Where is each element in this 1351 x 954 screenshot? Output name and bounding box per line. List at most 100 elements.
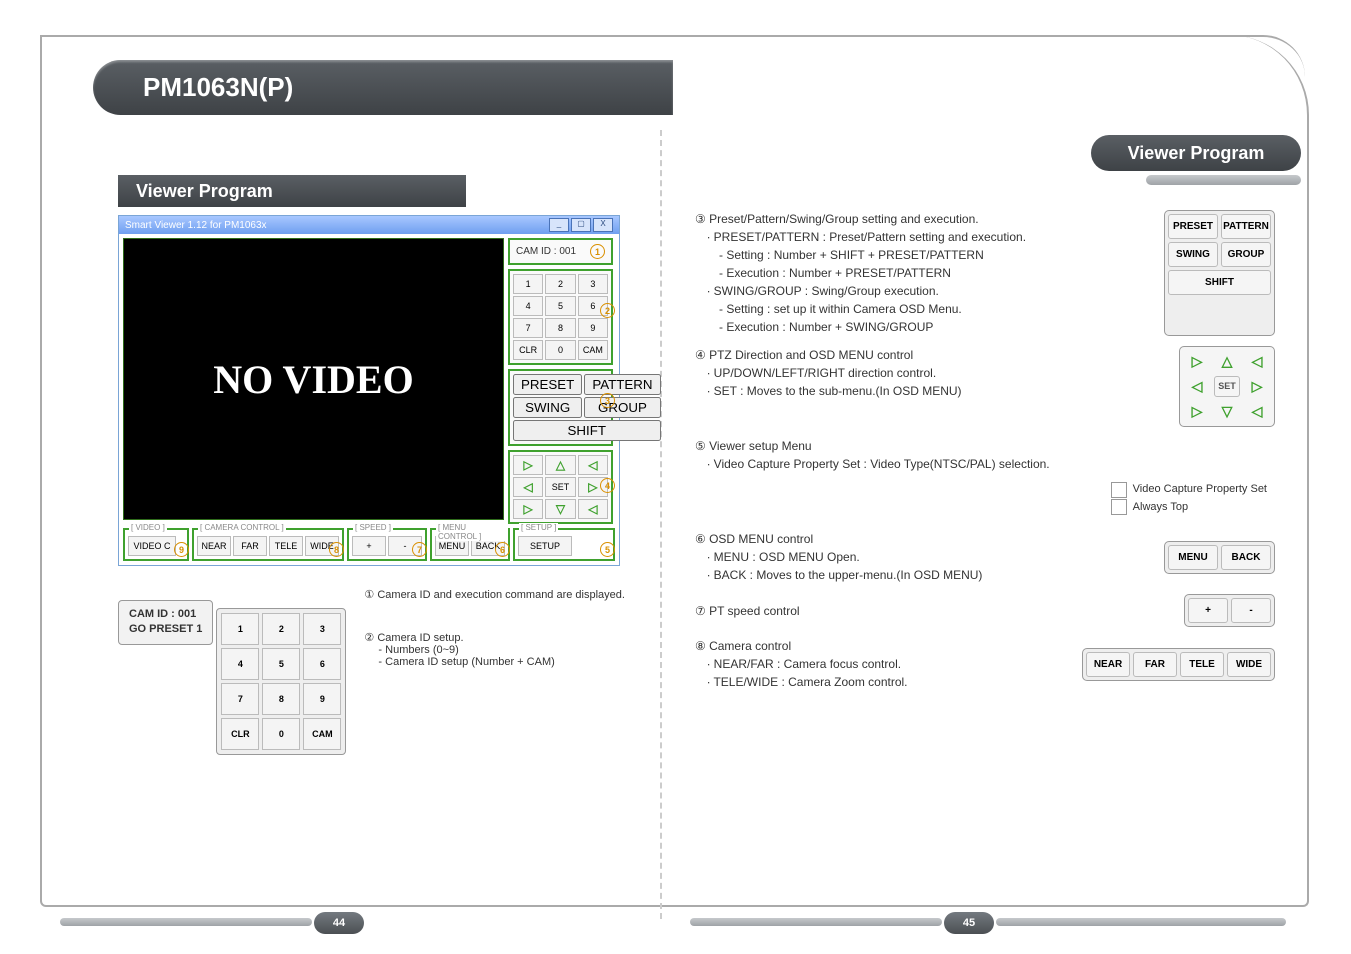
r-minus[interactable]: - [1231,598,1271,623]
page-number-left: 44 [314,912,364,934]
setup-section: [ SETUP ] SETUP 5 [513,528,615,561]
far-button[interactable]: FAR [233,536,267,556]
rdir-down-icon[interactable]: ▽ [1214,401,1240,422]
menuctrl-legend: [ MENU CONTROL ] [436,523,508,541]
key-8[interactable]: 8 [545,318,575,338]
r-back[interactable]: BACK [1221,545,1271,570]
dir-left-icon[interactable]: ◁ [513,477,543,497]
kp2-0[interactable]: 0 [262,718,300,750]
r-swing[interactable]: SWING [1168,242,1218,267]
r-shift[interactable]: SHIFT [1168,270,1271,295]
cam-id-panel: CAM ID : 001 1 [508,238,613,265]
rdir-nw-icon[interactable]: ▷ [1184,351,1210,372]
key-9[interactable]: 9 [578,318,608,338]
kp2-9[interactable]: 9 [303,683,341,715]
dir-sw-icon[interactable]: ▷ [513,499,543,519]
s3-a: ∙ PRESET/PATTERN : Preset/Pattern settin… [695,228,1152,246]
setup-legend: [ SETUP ] [519,523,558,532]
camctrl-legend: [ CAMERA CONTROL ] [198,523,286,532]
camera-control-section: [ CAMERA CONTROL ] NEAR FAR TELE WIDE 8 [192,528,344,561]
r-group[interactable]: GROUP [1221,242,1271,267]
swing-button[interactable]: SWING [513,397,582,418]
camera-box: NEAR FAR TELE WIDE [1082,648,1275,681]
group-button[interactable]: GROUP [584,397,660,418]
key-1[interactable]: 1 [513,274,543,294]
kp2-8[interactable]: 8 [262,683,300,715]
marker-8: 8 [329,542,344,557]
r-set[interactable]: SET [1214,376,1240,397]
window-close-icon[interactable]: X [593,218,613,232]
key-7[interactable]: 7 [513,318,543,338]
cam-id-label: CAM ID : 001 [516,246,576,257]
s8-b: ∙ TELE/WIDE : Camera Zoom control. [695,673,1070,691]
gear-icon [1111,482,1127,498]
kp2-3[interactable]: 3 [303,613,341,645]
rdir-sw-icon[interactable]: ▷ [1184,401,1210,422]
r-wide[interactable]: WIDE [1227,652,1271,677]
s8-a: ∙ NEAR/FAR : Camera focus control. [695,655,1070,673]
kp2-cam[interactable]: CAM [303,718,341,750]
shift-button[interactable]: SHIFT [513,420,661,441]
pagebar-right [690,918,942,926]
preset-button[interactable]: PRESET [513,374,582,395]
kp2-4[interactable]: 4 [221,648,259,680]
r-near[interactable]: NEAR [1086,652,1130,677]
page-divider [660,130,662,919]
r-menu[interactable]: MENU [1168,545,1218,570]
dir-up-icon[interactable]: △ [545,455,575,475]
marker-9: 9 [174,542,189,557]
info-line-2: GO PRESET 1 [129,622,202,637]
rdir-up-icon[interactable]: △ [1214,351,1240,372]
r-plus[interactable]: + [1188,598,1228,623]
speed-plus-button[interactable]: + [352,536,386,556]
r-tele[interactable]: TELE [1180,652,1224,677]
dir-se-icon[interactable]: ◁ [578,499,608,519]
key-0[interactable]: 0 [545,340,575,360]
rdir-se-icon[interactable]: ◁ [1244,401,1270,422]
key-clr[interactable]: CLR [513,340,543,360]
r-far[interactable]: FAR [1133,652,1177,677]
key-cam[interactable]: CAM [578,340,608,360]
kp2-7[interactable]: 7 [221,683,259,715]
kp2-2[interactable]: 2 [262,613,300,645]
s5-head: ⑤ Viewer setup Menu [695,437,1275,455]
pin-icon [1111,499,1127,515]
kp2-6[interactable]: 6 [303,648,341,680]
s6-a: ∙ MENU : OSD MENU Open. [695,548,1152,566]
r-pattern[interactable]: PATTERN [1221,214,1271,239]
marker-2: 2 [600,303,615,318]
rdir-ne-icon[interactable]: ◁ [1244,351,1270,372]
key-4[interactable]: 4 [513,296,543,316]
dir-down-icon[interactable]: ▽ [545,499,575,519]
r-preset[interactable]: PRESET [1168,214,1218,239]
kp2-1[interactable]: 1 [221,613,259,645]
window-minimize-icon[interactable]: _ [549,218,569,232]
key-5[interactable]: 5 [545,296,575,316]
key-3[interactable]: 3 [578,274,608,294]
titlebar: Smart Viewer 1.12 for PM1063x _ ▢ X [119,216,619,234]
note-2-a: - Numbers (0~9) [364,644,625,656]
key-2[interactable]: 2 [545,274,575,294]
s5-a: ∙ Video Capture Property Set : Video Typ… [695,455,1275,473]
dir-nw-icon[interactable]: ▷ [513,455,543,475]
window-maximize-icon[interactable]: ▢ [571,218,591,232]
menu-item-always-top[interactable]: Always Top [1111,499,1267,517]
speed-section: [ SPEED ] + - 7 [347,528,427,561]
rdir-left-icon[interactable]: ◁ [1184,376,1210,397]
menu-item-video-capture[interactable]: Video Capture Property Set [1111,481,1267,499]
kp2-clr[interactable]: CLR [221,718,259,750]
kp2-5[interactable]: 5 [262,648,300,680]
setup-button[interactable]: SETUP [518,536,572,556]
video-c-button[interactable]: VIDEO C [128,536,176,556]
s3-f: - Execution : Number + SWING/GROUP [695,318,1152,336]
note-1: ① Camera ID and execution command are di… [364,588,625,601]
s3-d: ∙ SWING/GROUP : Swing/Group execution. [695,282,1152,300]
rdir-right-icon[interactable]: ▷ [1244,376,1270,397]
set-button[interactable]: SET [545,477,575,497]
dir-ne-icon[interactable]: ◁ [578,455,608,475]
near-button[interactable]: NEAR [197,536,231,556]
tele-button[interactable]: TELE [269,536,303,556]
menu-control-section: [ MENU CONTROL ] MENU BACK 6 [430,528,510,561]
keypad-illustration: 1 2 3 4 5 6 7 8 9 CLR 0 CAM [216,608,346,755]
pattern-button[interactable]: PATTERN [584,374,660,395]
